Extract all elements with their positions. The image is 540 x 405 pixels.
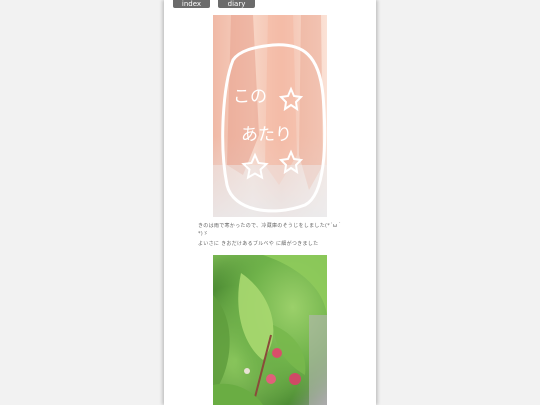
diary-photo-2 xyxy=(213,255,327,405)
index-button[interactable]: index xyxy=(173,0,210,8)
diary-caption-1: きのは雨で寒かったので、冷蔵庫のそうじをしました(*´ω｀*)ゞ xyxy=(198,223,343,237)
diary-index-button[interactable]: diary index xyxy=(218,0,255,16)
photo-2-scene xyxy=(213,255,327,405)
photo-1-scene: この あたり xyxy=(213,15,327,217)
top-navigation: index diary index xyxy=(164,0,376,16)
photo-overlay-text-1: この xyxy=(233,87,267,107)
diary-photo-1: この あたり xyxy=(213,15,327,217)
diary-caption-2: よいさに きおだけあるブルベや に細がつきました xyxy=(198,241,319,247)
photo-overlay-text-2: あたり xyxy=(241,125,292,145)
diary-page: index diary index この あたり きのは雨で寒かったので、冷蔵庫… xyxy=(164,0,376,405)
